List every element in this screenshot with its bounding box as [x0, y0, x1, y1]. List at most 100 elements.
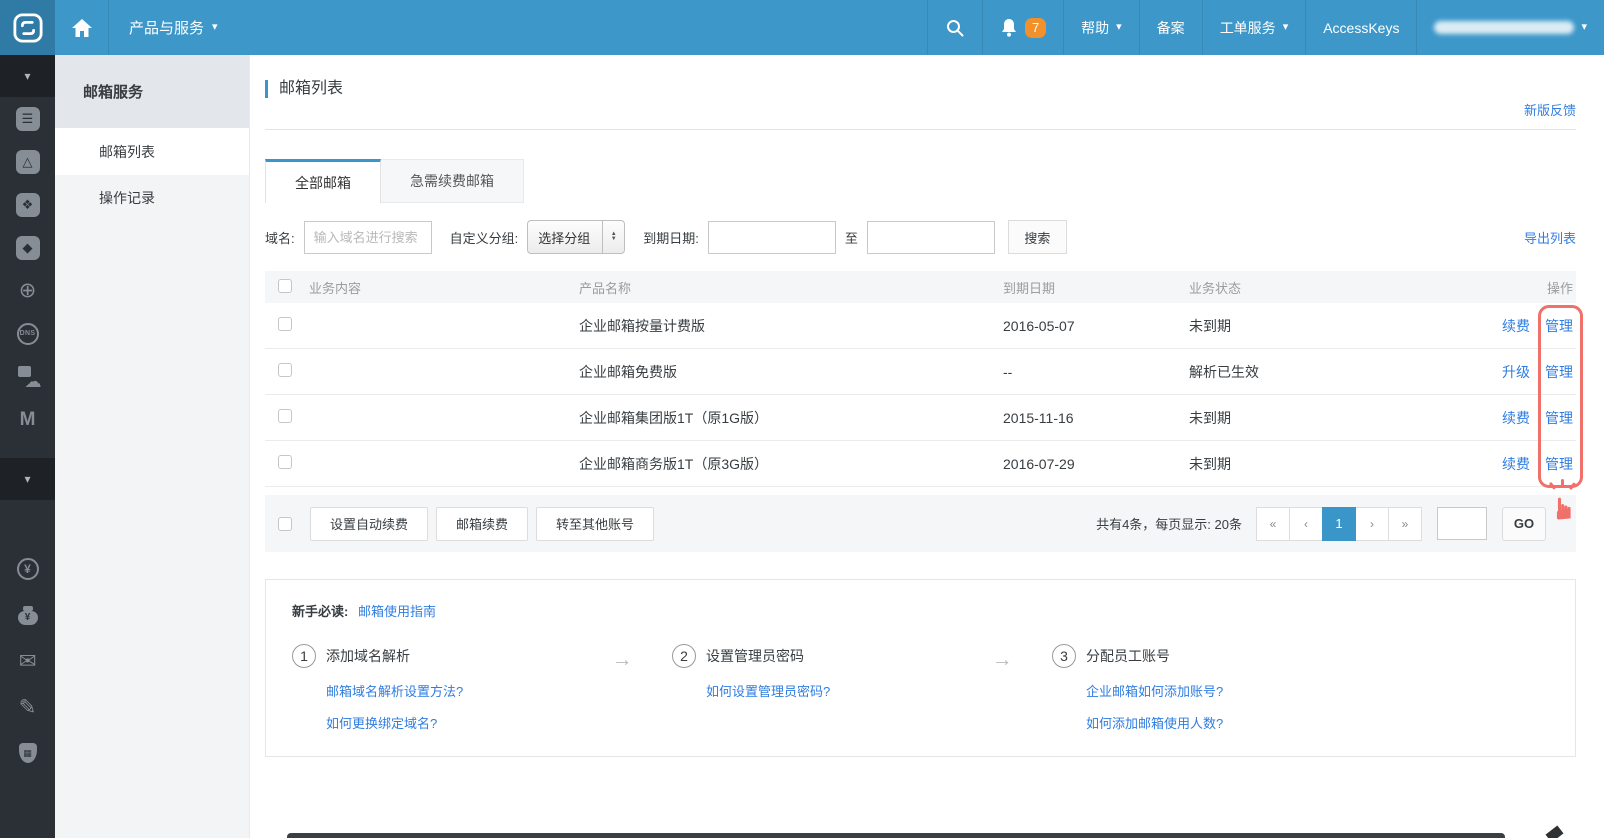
date-range-to-label: 至: [845, 228, 858, 247]
topbar-right-group: 7 帮助 ▾ 备案 工单服务 ▾ AccessKeys ▾: [927, 0, 1604, 55]
globe-icon: ⊕: [19, 278, 37, 303]
table-row: 企业邮箱集团版1T（原1G版） 2015-11-16 未到期 续费 管理: [265, 395, 1576, 441]
group-select[interactable]: 选择分组 ▲ ▼: [527, 220, 625, 254]
step-title: 设置管理员密码: [706, 648, 804, 664]
expire-date: 2015-11-16: [1003, 410, 1189, 426]
mailbox-renew-button[interactable]: 邮箱续费: [436, 507, 528, 541]
row-checkbox[interactable]: [278, 363, 292, 377]
pagination-page-1[interactable]: 1: [1322, 507, 1356, 541]
money-bag-icon: ¥: [18, 606, 38, 625]
row-checkbox[interactable]: [278, 455, 292, 469]
header-expire-date: 到期日期: [1003, 278, 1189, 297]
expire-date-from-input[interactable]: [708, 221, 836, 254]
rail-item-security[interactable]: ▦: [0, 730, 55, 776]
beian-link[interactable]: 备案: [1139, 0, 1202, 55]
status-text: 未到期: [1189, 454, 1439, 474]
accesskeys-link[interactable]: AccessKeys: [1305, 0, 1416, 55]
home-icon: [71, 18, 93, 38]
search-button[interactable]: [927, 0, 982, 55]
notifications-button[interactable]: 7: [982, 0, 1063, 55]
rail-item-storage[interactable]: ☁: [0, 355, 55, 398]
usage-guide-link[interactable]: 邮箱使用指南: [358, 604, 436, 619]
row-checkbox[interactable]: [278, 409, 292, 423]
pagination-last-button[interactable]: »: [1388, 507, 1422, 541]
domain-search-input[interactable]: [304, 221, 432, 254]
tab-renewal-needed[interactable]: 急需续费邮箱: [381, 159, 524, 203]
rail-item-slb[interactable]: △: [0, 140, 55, 183]
renew-link[interactable]: 续费: [1502, 408, 1530, 428]
select-all-checkbox[interactable]: [278, 279, 292, 293]
user-account-menu[interactable]: ▾: [1416, 0, 1604, 55]
chevron-down-icon: ▾: [24, 472, 30, 486]
manage-link[interactable]: 管理: [1545, 408, 1573, 428]
rail-item-ecs[interactable]: ☰: [0, 97, 55, 140]
rail-item-dns[interactable]: DNS: [0, 312, 55, 355]
expire-date-label: 到期日期:: [643, 228, 699, 247]
expire-date-to-input[interactable]: [867, 221, 995, 254]
help-menu[interactable]: 帮助 ▾: [1063, 0, 1139, 55]
sidebar-item-operation-log[interactable]: 操作记录: [55, 175, 249, 220]
home-button[interactable]: [55, 0, 109, 55]
auto-renew-button[interactable]: 设置自动续费: [310, 507, 428, 541]
tickets-menu[interactable]: 工单服务 ▾: [1202, 0, 1306, 55]
page-number-input[interactable]: [1437, 507, 1487, 540]
expire-date: 2016-05-07: [1003, 318, 1189, 334]
renew-link[interactable]: 续费: [1502, 454, 1530, 474]
tab-all-mailboxes[interactable]: 全部邮箱: [265, 159, 381, 203]
header-product-name: 产品名称: [579, 278, 1003, 297]
beian-label: 备案: [1157, 18, 1185, 38]
sidebar-item-label: 邮箱列表: [99, 142, 155, 162]
pagination-first-button[interactable]: «: [1256, 507, 1290, 541]
transfer-account-button[interactable]: 转至其他账号: [536, 507, 654, 541]
tickets-label: 工单服务: [1220, 18, 1276, 38]
select-stepper-icon: ▲ ▼: [602, 221, 624, 253]
accesskeys-label: AccessKeys: [1323, 20, 1399, 36]
footer-select-all-checkbox[interactable]: [278, 517, 292, 531]
search-icon: [945, 18, 965, 38]
rail-item-rds[interactable]: ❖: [0, 183, 55, 226]
tab-label: 全部邮箱: [295, 173, 351, 193]
manage-link[interactable]: 管理: [1545, 454, 1573, 474]
export-list-link[interactable]: 导出列表: [1524, 231, 1576, 246]
title-divider: [265, 129, 1576, 130]
guide-link-dns-setup[interactable]: 邮箱域名解析设置方法?: [326, 681, 463, 700]
manage-link[interactable]: 管理: [1545, 316, 1573, 336]
guide-link-admin-password[interactable]: 如何设置管理员密码?: [706, 681, 830, 700]
rail-item-account[interactable]: [0, 500, 55, 546]
product-name: 企业邮箱按量计费版: [579, 316, 1003, 336]
upgrade-link[interactable]: 升级: [1502, 362, 1530, 382]
rail-item-billing[interactable]: ¥: [0, 546, 55, 592]
header-business-content: 业务内容: [309, 278, 579, 297]
manage-link[interactable]: 管理: [1545, 362, 1573, 382]
rail-collapse-toggle-top[interactable]: ▾: [0, 55, 55, 97]
rail-item-funds[interactable]: ¥: [0, 592, 55, 638]
rail-item-messages[interactable]: ✉: [0, 638, 55, 684]
guide-link-add-users[interactable]: 如何添加邮箱使用人数?: [1086, 713, 1223, 732]
guide-link-change-domain[interactable]: 如何更换绑定域名?: [326, 713, 463, 732]
rail-collapse-toggle-bottom[interactable]: ▾: [0, 458, 55, 500]
new-version-feedback-link[interactable]: 新版反馈: [1524, 103, 1576, 118]
products-services-menu[interactable]: 产品与服务 ▾: [109, 0, 242, 55]
database-nodes-icon: ❖: [16, 193, 40, 217]
go-button[interactable]: GO: [1502, 507, 1546, 541]
rail-item-cdn[interactable]: ⊕: [0, 269, 55, 312]
pagination-prev-button[interactable]: ‹: [1289, 507, 1323, 541]
rail-item-edit[interactable]: ✎: [0, 684, 55, 730]
renew-link[interactable]: 续费: [1502, 316, 1530, 336]
step-title: 分配员工账号: [1086, 648, 1170, 664]
aliyun-logo[interactable]: [0, 0, 55, 55]
expire-date: 2016-07-29: [1003, 456, 1189, 472]
rail-item-mq[interactable]: M: [0, 398, 55, 441]
row-checkbox[interactable]: [278, 317, 292, 331]
expire-date: --: [1003, 364, 1189, 380]
search-button[interactable]: 搜索: [1008, 220, 1067, 254]
guide-link-add-account[interactable]: 企业邮箱如何添加账号?: [1086, 681, 1223, 700]
sidebar-item-label: 操作记录: [99, 188, 155, 208]
filter-bar: 域名: 自定义分组: 选择分组 ▲ ▼ 到期日期: 至 搜索 导出列表: [265, 220, 1576, 254]
status-text: 未到期: [1189, 316, 1439, 336]
pagination-next-button[interactable]: ›: [1355, 507, 1389, 541]
custom-group-label: 自定义分组:: [450, 228, 519, 247]
rail-item-oss[interactable]: ◆: [0, 226, 55, 269]
pagination-summary: 共有4条，每页显示: 20条: [1096, 514, 1242, 533]
sidebar-item-mail-list[interactable]: 邮箱列表: [55, 128, 249, 175]
